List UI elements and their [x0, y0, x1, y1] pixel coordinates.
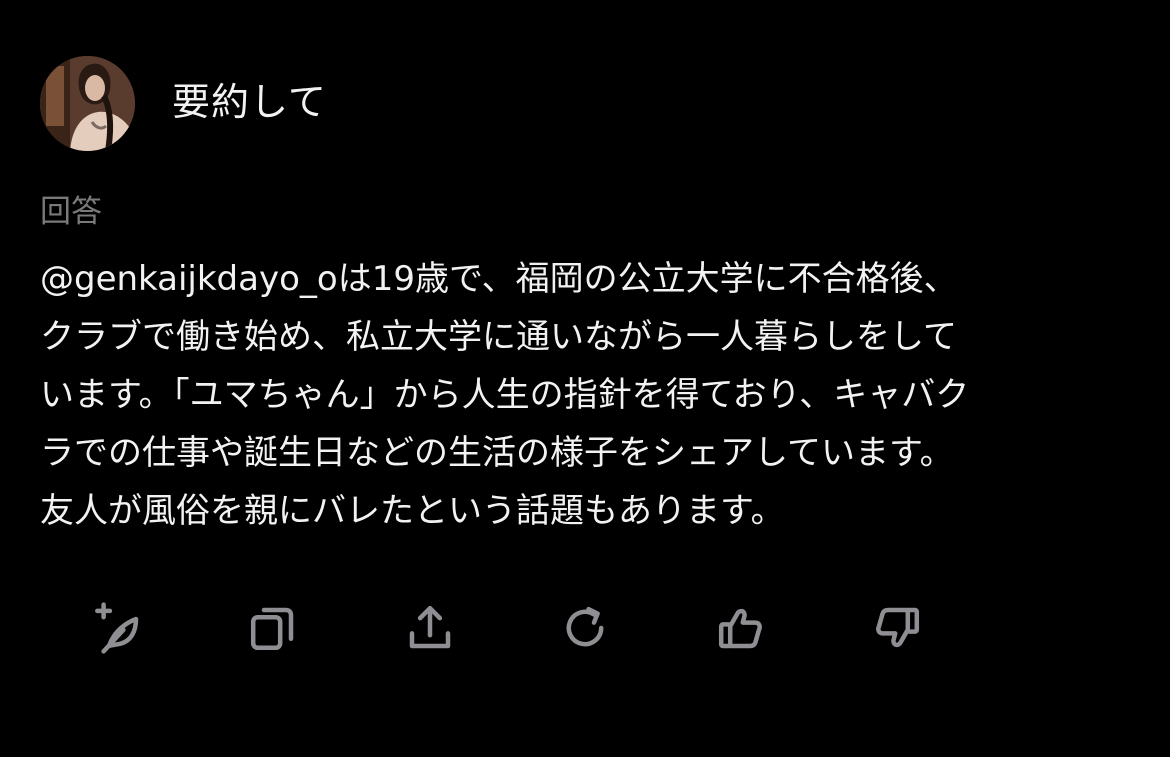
- regenerate-button[interactable]: [555, 598, 615, 658]
- answer-line: います。「ユマちゃん」から人生の指針を得ており、キャバク: [40, 375, 970, 415]
- share-icon: [409, 605, 451, 649]
- add-note-icon: [95, 602, 139, 654]
- share-button[interactable]: [400, 598, 460, 658]
- thumbs-up-button[interactable]: [711, 598, 771, 658]
- thumbs-down-icon: [876, 607, 920, 648]
- prompt-text: 要約して: [172, 80, 327, 124]
- action-bar: [0, 598, 1170, 658]
- copy-icon: [250, 607, 294, 651]
- user-avatar: [40, 56, 135, 151]
- copy-button[interactable]: [243, 598, 303, 658]
- answer-line: 友人が風俗を親にバレたという話題もあります。: [40, 491, 785, 531]
- add-note-button[interactable]: [88, 598, 148, 658]
- answer-line: クラブで働き始め、私立大学に通いながら一人暮らしをして: [40, 317, 957, 357]
- regenerate-icon: [566, 606, 604, 647]
- answer-line: @genkaijkdayo_oは19歳で、福岡の公立大学に不合格後、: [40, 259, 958, 299]
- answer-line: ラでの仕事や誕生日などの生活の様子をシェアしています。: [40, 433, 954, 473]
- answer-text: @genkaijkdayo_oは19歳で、福岡の公立大学に不合格後、 クラブで働…: [40, 250, 1140, 540]
- thumbs-up-icon: [718, 608, 762, 649]
- avatar-image: [40, 56, 135, 151]
- answer-label: 回答: [40, 194, 102, 230]
- thumbs-down-button[interactable]: [867, 598, 927, 658]
